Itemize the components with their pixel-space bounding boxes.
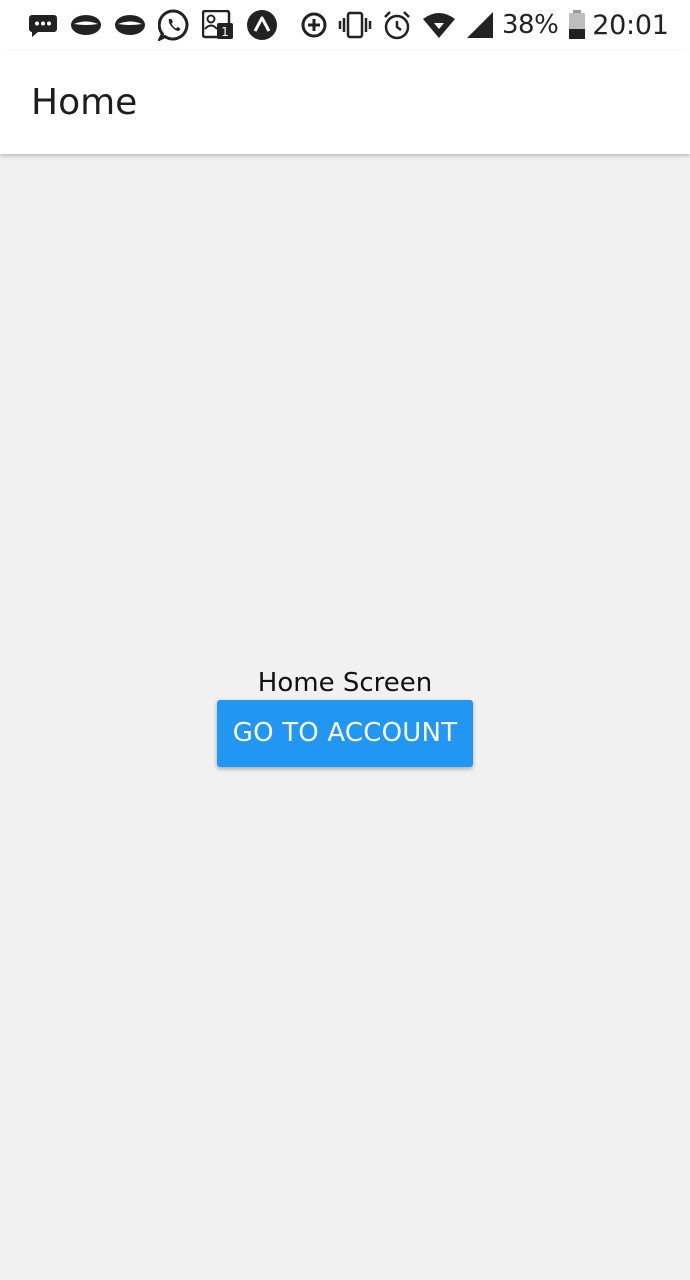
status-bar: 1 38% 20:01: [0, 0, 690, 50]
battery-icon: [568, 10, 586, 40]
signal-icon: [466, 11, 494, 39]
screen-label: Home Screen: [257, 667, 433, 698]
lips-icon: [114, 13, 146, 37]
svg-text:1: 1: [221, 25, 229, 39]
page-title: Home: [31, 81, 138, 123]
wifi-icon: [422, 11, 456, 39]
notification-icons: 1: [28, 9, 290, 41]
chat-bubble-icon: [28, 12, 58, 38]
lips-icon: [70, 13, 102, 37]
app-bar: Home: [0, 50, 690, 154]
system-icons: 38% 20:01: [290, 10, 669, 41]
home-content: Home Screen GO TO ACCOUNT: [0, 154, 690, 1280]
alarm-icon: [382, 10, 412, 40]
clock: 20:01: [592, 9, 669, 41]
data-saver-icon: [300, 11, 328, 39]
contacts-badge-icon: 1: [202, 10, 234, 40]
whatsapp-icon: [158, 9, 190, 41]
go-to-account-button[interactable]: GO TO ACCOUNT: [216, 699, 474, 767]
vibrate-icon: [338, 11, 372, 39]
expo-icon: [246, 9, 278, 41]
battery-percent: 38%: [502, 10, 559, 40]
